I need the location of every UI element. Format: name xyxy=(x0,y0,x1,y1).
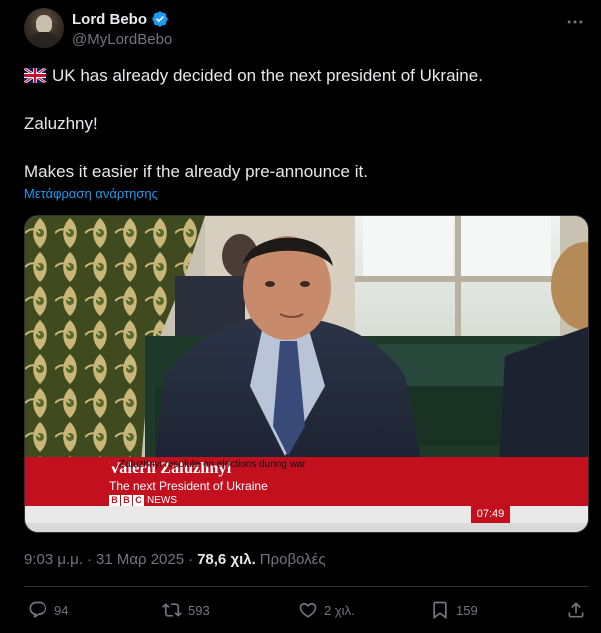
like-button[interactable]: 2 χιλ. xyxy=(298,596,355,624)
avatar[interactable] xyxy=(24,8,64,48)
meta-separator: · xyxy=(188,551,194,568)
tweet-meta: 9:03 μ.μ. · 31 Μαρ 2025 · 78,6 χιλ. Προβ… xyxy=(24,551,326,568)
broadcaster-suffix: NEWS xyxy=(147,494,177,506)
tweet-line-3: Makes it easier if the already pre-annou… xyxy=(24,162,368,181)
repost-count: 593 xyxy=(188,602,210,618)
author-display-name[interactable]: Lord Bebo xyxy=(72,11,147,28)
bbc-news-logo: BBC NEWS xyxy=(109,494,177,506)
bookmark-button[interactable]: 159 xyxy=(430,596,478,624)
divider xyxy=(24,586,589,587)
reply-button[interactable]: 94 xyxy=(28,596,68,624)
translate-post-link[interactable]: Μετάφραση ανάρτησης xyxy=(24,186,158,201)
author-handle[interactable]: @MyLordBebo xyxy=(72,31,172,48)
share-icon xyxy=(568,602,584,618)
ticker-text-row: ■ Zaluzhnyi resolute on elections during … xyxy=(109,459,306,470)
like-count: 2 χιλ. xyxy=(324,602,355,618)
tweet-detail: Lord Bebo @MyLordBebo UK has already dec… xyxy=(0,0,601,633)
tweet-media-image[interactable]: Valerii Zaluzhnyi The next President of … xyxy=(24,215,589,533)
views-count: 78,6 χιλ. xyxy=(197,551,256,568)
news-lower-third: Valerii Zaluzhnyi The next President of … xyxy=(25,457,588,532)
repost-icon xyxy=(162,603,182,617)
heart-icon xyxy=(299,602,317,618)
uk-flag-icon xyxy=(24,68,46,83)
reply-count: 94 xyxy=(54,602,69,618)
tweet-header: Lord Bebo @MyLordBebo xyxy=(24,8,585,52)
repost-button[interactable]: 593 xyxy=(162,596,210,624)
action-bar: 94 593 2 χιλ. 159 xyxy=(24,596,589,624)
views-label: Προβολές xyxy=(259,551,326,568)
verified-badge-icon[interactable] xyxy=(151,10,169,28)
news-clock: 07:49 xyxy=(471,506,510,523)
ticker-text: Zaluzhnyi resolute on elections during w… xyxy=(119,459,306,470)
meta-separator: · xyxy=(86,551,92,568)
more-icon[interactable] xyxy=(565,12,585,32)
reply-icon xyxy=(29,601,47,618)
tweet-line-1-text: UK has already decided on the next presi… xyxy=(52,66,483,85)
bookmark-icon xyxy=(433,601,447,620)
post-date[interactable]: 31 Μαρ 2025 xyxy=(96,551,184,568)
tweet-text: UK has already decided on the next presi… xyxy=(24,64,584,184)
share-button[interactable] xyxy=(566,596,586,624)
lower-third-footer xyxy=(25,523,588,532)
author-name-row: Lord Bebo xyxy=(72,10,169,28)
tweet-line-1: UK has already decided on the next presi… xyxy=(24,64,584,88)
caption-title: The next President of Ukraine xyxy=(109,479,268,493)
post-time[interactable]: 9:03 μ.μ. xyxy=(24,551,83,568)
bookmark-count: 159 xyxy=(456,602,478,618)
tweet-line-2: Zaluzhny! xyxy=(24,114,98,133)
